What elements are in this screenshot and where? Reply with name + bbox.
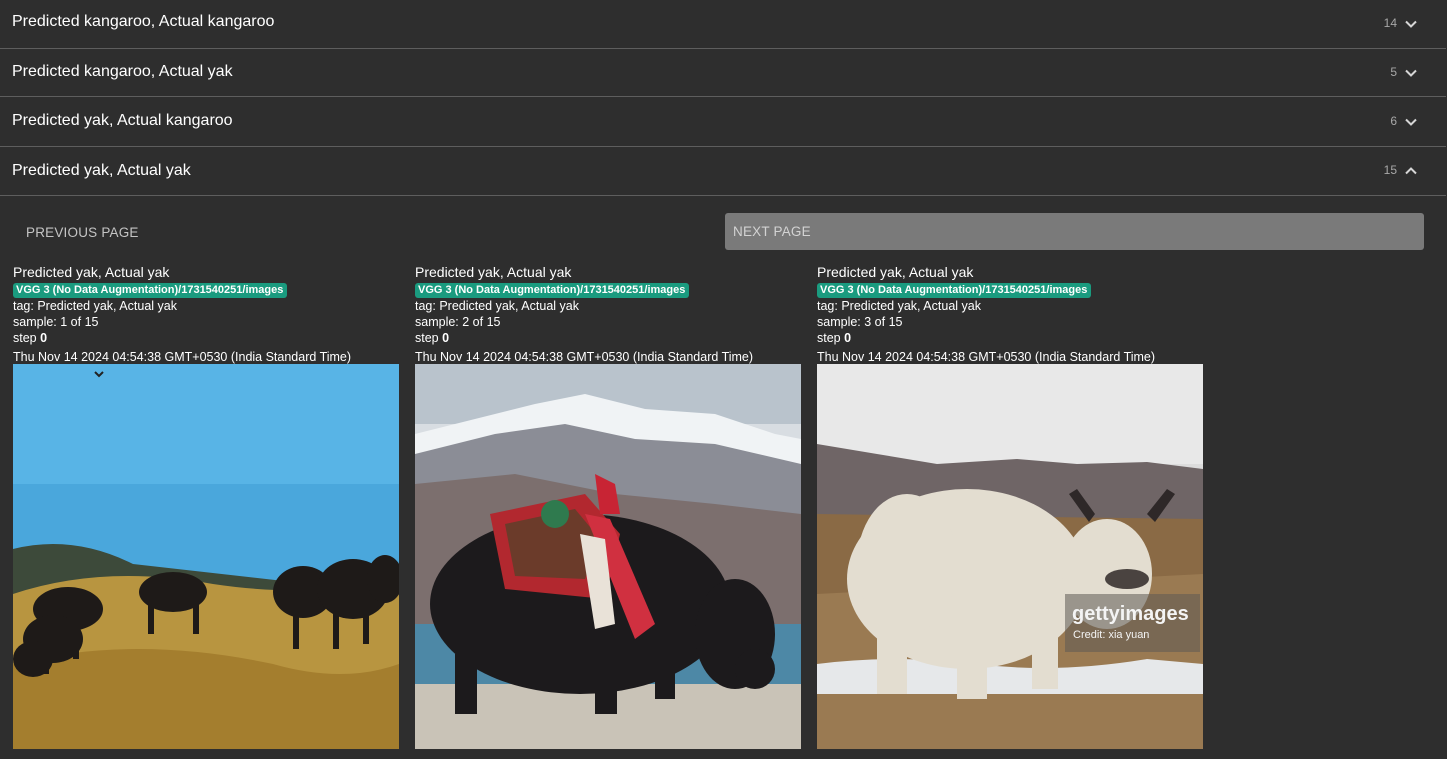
step-value: 0	[40, 331, 48, 345]
card-tag: tag: Predicted yak, Actual yak	[13, 299, 177, 313]
group-count: 15	[1383, 163, 1397, 177]
step-value: 0	[442, 331, 450, 345]
group-title: Predicted kangaroo, Actual kangaroo	[12, 13, 275, 30]
yak-herd-image	[13, 364, 399, 749]
watermark-text: gettyimages	[1072, 603, 1189, 625]
image-card: Predicted yak, Actual yak VGG 3 (No Data…	[415, 263, 801, 749]
white-yak-image: gettyimages Credit: xia yuan	[817, 364, 1203, 749]
step-label: step	[817, 331, 841, 345]
card-sample: sample: 1 of 15	[13, 315, 99, 329]
card-sample: sample: 2 of 15	[415, 315, 501, 329]
sample-image[interactable]: gettyimages Credit: xia yuan	[817, 364, 1203, 749]
decorated-yak-image	[415, 364, 801, 749]
run-badge: VGG 3 (No Data Augmentation)/1731540251/…	[13, 283, 288, 298]
card-step: step 0	[13, 330, 399, 346]
chevron-down-icon[interactable]	[1404, 17, 1418, 31]
image-card: Predicted yak, Actual yak VGG 3 (No Data…	[13, 263, 399, 749]
run-badge: VGG 3 (No Data Augmentation)/1731540251/…	[415, 283, 690, 298]
chevron-up-icon[interactable]	[1404, 164, 1418, 178]
sample-image[interactable]	[415, 364, 801, 749]
group-title: Predicted kangaroo, Actual yak	[12, 63, 233, 80]
card-tag: tag: Predicted yak, Actual yak	[415, 299, 579, 313]
image-card: Predicted yak, Actual yak VGG 3 (No Data…	[817, 263, 1203, 749]
image-groups-view: Predicted kangaroo, Actual kangaroo 14 P…	[0, 0, 1447, 759]
group-header-yak-yak[interactable]: Predicted yak, Actual yak 15	[0, 147, 1446, 196]
group-count: 14	[1383, 16, 1397, 30]
card-timestamp: Thu Nov 14 2024 04:54:38 GMT+0530 (India…	[415, 350, 754, 364]
chevron-down-icon[interactable]	[1404, 66, 1418, 80]
chevron-down-icon[interactable]	[1404, 115, 1418, 129]
step-value: 0	[844, 331, 852, 345]
card-title: Predicted yak, Actual yak	[415, 264, 572, 280]
group-title: Predicted yak, Actual kangaroo	[12, 112, 233, 129]
card-sample: sample: 3 of 15	[817, 315, 903, 329]
card-step: step 0	[415, 330, 801, 346]
group-header-kangaroo-yak[interactable]: Predicted kangaroo, Actual yak 5	[0, 48, 1446, 97]
card-title: Predicted yak, Actual yak	[817, 264, 974, 280]
group-count: 5	[1390, 65, 1397, 79]
step-label: step	[13, 331, 37, 345]
group-header-yak-kangaroo[interactable]: Predicted yak, Actual kangaroo 6	[0, 97, 1446, 147]
card-timestamp: Thu Nov 14 2024 04:54:38 GMT+0530 (India…	[817, 350, 1156, 364]
previous-page-button[interactable]: PREVIOUS PAGE	[18, 214, 708, 251]
card-tag: tag: Predicted yak, Actual yak	[817, 299, 981, 313]
watermark-credit: Credit: xia yuan	[1073, 629, 1149, 641]
group-panel-yak-yak: PREVIOUS PAGE NEXT PAGE Predicted yak, A…	[0, 196, 1446, 759]
card-title: Predicted yak, Actual yak	[13, 264, 170, 280]
group-title: Predicted yak, Actual yak	[12, 162, 191, 179]
next-page-button[interactable]: NEXT PAGE	[725, 213, 1424, 250]
sample-image[interactable]	[13, 364, 399, 749]
step-label: step	[415, 331, 439, 345]
run-badge: VGG 3 (No Data Augmentation)/1731540251/…	[817, 283, 1092, 298]
group-count: 6	[1390, 114, 1397, 128]
group-header-kangaroo-kangaroo[interactable]: Predicted kangaroo, Actual kangaroo 14	[0, 0, 1446, 49]
card-timestamp: Thu Nov 14 2024 04:54:38 GMT+0530 (India…	[13, 350, 352, 364]
card-step: step 0	[817, 330, 1203, 346]
